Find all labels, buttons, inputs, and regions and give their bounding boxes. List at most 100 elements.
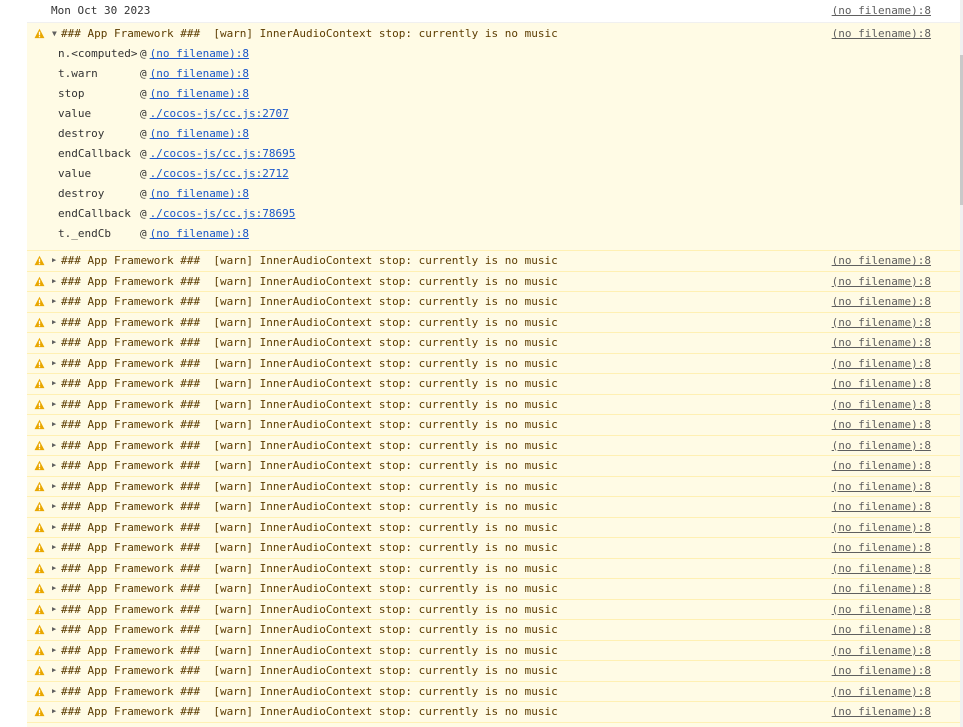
expanded-warning-header[interactable]: ▼ ### App Framework ### [warn] InnerAudi… <box>27 23 960 44</box>
warning-message: ### App Framework ### [warn] InnerAudioC… <box>61 295 558 308</box>
warning-row[interactable]: ▶ ### App Framework ### [warn] InnerAudio… <box>27 353 960 374</box>
triangle-right-icon[interactable]: ▶ <box>52 579 56 599</box>
warning-row[interactable]: ▶ ### App Framework ### [warn] InnerAudio… <box>27 312 960 333</box>
triangle-right-icon[interactable]: ▶ <box>52 497 56 517</box>
stack-frame-location-link[interactable]: (no filename):8 <box>150 127 249 140</box>
warning-message: ### App Framework ### [warn] InnerAudioC… <box>61 664 558 677</box>
warning-source-link[interactable]: (no filename):8 <box>832 272 931 292</box>
stack-frame-location-link[interactable]: ./cocos-js/cc.js:2712 <box>150 167 289 180</box>
warning-row[interactable]: ▶ ### App Framework ### [warn] InnerAudio… <box>27 333 960 354</box>
warning-source-link[interactable]: (no filename):8 <box>832 620 931 640</box>
stack-frame-location-link[interactable]: (no filename):8 <box>150 227 249 240</box>
warning-row[interactable]: ▶ ### App Framework ### [warn] InnerAudio… <box>27 579 960 600</box>
warning-triangle-icon <box>34 542 45 553</box>
warning-source-link[interactable]: (no filename):8 <box>832 682 931 702</box>
warning-message: ### App Framework ### [warn] InnerAudioC… <box>61 336 558 349</box>
triangle-right-icon[interactable]: ▶ <box>52 272 56 292</box>
warning-source-link[interactable]: (no filename):8 <box>832 251 931 271</box>
warning-source-link[interactable]: (no filename):8 <box>832 559 931 579</box>
warning-row[interactable]: ▶ ### App Framework ### [warn] InnerAudio… <box>27 292 960 313</box>
warning-source-link[interactable]: (no filename):8 <box>832 477 931 497</box>
warning-row[interactable]: ▶ ### App Framework ### [warn] InnerAudio… <box>27 722 960 727</box>
triangle-right-icon[interactable]: ▶ <box>52 292 56 312</box>
stack-frame-location-link[interactable]: (no filename):8 <box>150 87 249 100</box>
warning-source-link[interactable]: (no filename):8 <box>832 661 931 681</box>
triangle-right-icon[interactable]: ▶ <box>52 682 56 702</box>
stack-frame-location-link[interactable]: (no filename):8 <box>150 187 249 200</box>
warning-source-link[interactable]: (no filename):8 <box>832 23 931 44</box>
triangle-right-icon[interactable]: ▶ <box>52 600 56 620</box>
warning-message: ### App Framework ### [warn] InnerAudioC… <box>61 705 558 718</box>
warning-row[interactable]: ▶ ### App Framework ### [warn] InnerAudio… <box>27 476 960 497</box>
warning-row[interactable]: ▶ ### App Framework ### [warn] InnerAudio… <box>27 251 960 272</box>
warning-row[interactable]: ▶ ### App Framework ### [warn] InnerAudio… <box>27 702 960 723</box>
warning-source-link[interactable]: (no filename):8 <box>832 518 931 538</box>
warning-row[interactable]: ▶ ### App Framework ### [warn] InnerAudio… <box>27 394 960 415</box>
warning-row[interactable]: ▶ ### App Framework ### [warn] InnerAudio… <box>27 681 960 702</box>
warning-source-link[interactable]: (no filename):8 <box>832 702 931 722</box>
stack-frame-function: stop <box>58 87 85 100</box>
triangle-right-icon[interactable]: ▶ <box>52 661 56 681</box>
warning-source-link[interactable]: (no filename):8 <box>832 436 931 456</box>
stack-frame: value @ ./cocos-js/cc.js:2712 <box>58 164 960 184</box>
warning-triangle-icon <box>34 481 45 491</box>
warning-row[interactable]: ▶ ### App Framework ### [warn] InnerAudio… <box>27 415 960 436</box>
warning-source-link[interactable]: (no filename):8 <box>832 395 931 415</box>
triangle-right-icon[interactable]: ▶ <box>52 415 56 435</box>
warning-source-link[interactable]: (no filename):8 <box>832 292 931 312</box>
triangle-right-icon[interactable]: ▶ <box>52 395 56 415</box>
triangle-right-icon[interactable]: ▶ <box>52 313 56 333</box>
warning-row[interactable]: ▶ ### App Framework ### [warn] InnerAudio… <box>27 374 960 395</box>
warning-row[interactable]: ▶ ### App Framework ### [warn] InnerAudio… <box>27 456 960 477</box>
warning-row[interactable]: ▶ ### App Framework ### [warn] InnerAudio… <box>27 497 960 518</box>
warning-row[interactable]: ▶ ### App Framework ### [warn] InnerAudio… <box>27 640 960 661</box>
stack-frame-location-link[interactable]: ./cocos-js/cc.js:2707 <box>150 107 289 120</box>
at-symbol: @ <box>140 187 147 200</box>
warning-source-link[interactable]: (no filename):8 <box>832 374 931 394</box>
triangle-right-icon[interactable]: ▶ <box>52 456 56 476</box>
stack-frame-location-link[interactable]: (no filename):8 <box>150 47 249 60</box>
warning-source-link[interactable]: (no filename):8 <box>832 579 931 599</box>
warning-source-link[interactable]: (no filename):8 <box>832 538 931 558</box>
warning-source-link[interactable]: (no filename):8 <box>832 313 931 333</box>
warning-row[interactable]: ▶ ### App Framework ### [warn] InnerAudio… <box>27 661 960 682</box>
warning-source-link[interactable]: (no filename):8 <box>832 641 931 661</box>
at-symbol: @ <box>140 127 147 140</box>
warning-row[interactable]: ▶ ### App Framework ### [warn] InnerAudio… <box>27 538 960 559</box>
warning-message: ### App Framework ### [warn] InnerAudioC… <box>61 561 558 575</box>
warning-message: ### App Framework ### [warn] InnerAudioC… <box>61 684 558 698</box>
stack-frame-location-link[interactable]: ./cocos-js/cc.js:78695 <box>150 207 296 220</box>
triangle-right-icon[interactable]: ▶ <box>52 436 56 456</box>
warning-source-link[interactable]: (no filename):8 <box>832 415 931 435</box>
warning-source-link[interactable]: (no filename):8 <box>832 600 931 620</box>
triangle-right-icon[interactable]: ▶ <box>52 538 56 558</box>
triangle-right-icon[interactable]: ▶ <box>52 559 56 579</box>
triangle-right-icon[interactable]: ▶ <box>52 702 56 722</box>
triangle-right-icon[interactable]: ▶ <box>52 333 56 353</box>
warning-source-link[interactable]: (no filename):8 <box>832 354 931 374</box>
warning-row[interactable]: ▶ ### App Framework ### [warn] InnerAudio… <box>27 599 960 620</box>
warning-source-link[interactable]: (no filename):8 <box>832 456 931 476</box>
warning-source-link[interactable]: (no filename):8 <box>832 497 931 517</box>
stack-frame-location-link[interactable]: (no filename):8 <box>150 67 249 80</box>
warning-message: ### App Framework ### [warn] InnerAudioC… <box>61 27 558 40</box>
triangle-right-icon[interactable]: ▶ <box>52 518 56 538</box>
triangle-right-icon[interactable]: ▶ <box>52 620 56 640</box>
triangle-right-icon[interactable]: ▶ <box>52 354 56 374</box>
warning-triangle-icon <box>34 378 45 389</box>
triangle-right-icon[interactable]: ▶ <box>52 723 56 727</box>
warning-row[interactable]: ▶ ### App Framework ### [warn] InnerAudio… <box>27 271 960 292</box>
triangle-right-icon[interactable]: ▶ <box>52 477 56 497</box>
triangle-right-icon[interactable]: ▶ <box>52 641 56 661</box>
warning-source-link[interactable]: (no filename):8 <box>832 333 931 353</box>
warning-source-link[interactable]: (no filename):8 <box>832 723 931 727</box>
warning-row[interactable]: ▶ ### App Framework ### [warn] InnerAudio… <box>27 517 960 538</box>
stack-frame-location-link[interactable]: ./cocos-js/cc.js:78695 <box>150 147 296 160</box>
warning-row[interactable]: ▶ ### App Framework ### [warn] InnerAudio… <box>27 558 960 579</box>
warning-row[interactable]: ▶ ### App Framework ### [warn] InnerAudio… <box>27 620 960 641</box>
warning-row[interactable]: ▶ ### App Framework ### [warn] InnerAudio… <box>27 435 960 456</box>
triangle-down-icon[interactable]: ▼ <box>52 23 57 44</box>
triangle-right-icon[interactable]: ▶ <box>52 251 56 271</box>
triangle-right-icon[interactable]: ▶ <box>52 374 56 394</box>
date-source-link[interactable]: (no filename):8 <box>832 0 931 22</box>
